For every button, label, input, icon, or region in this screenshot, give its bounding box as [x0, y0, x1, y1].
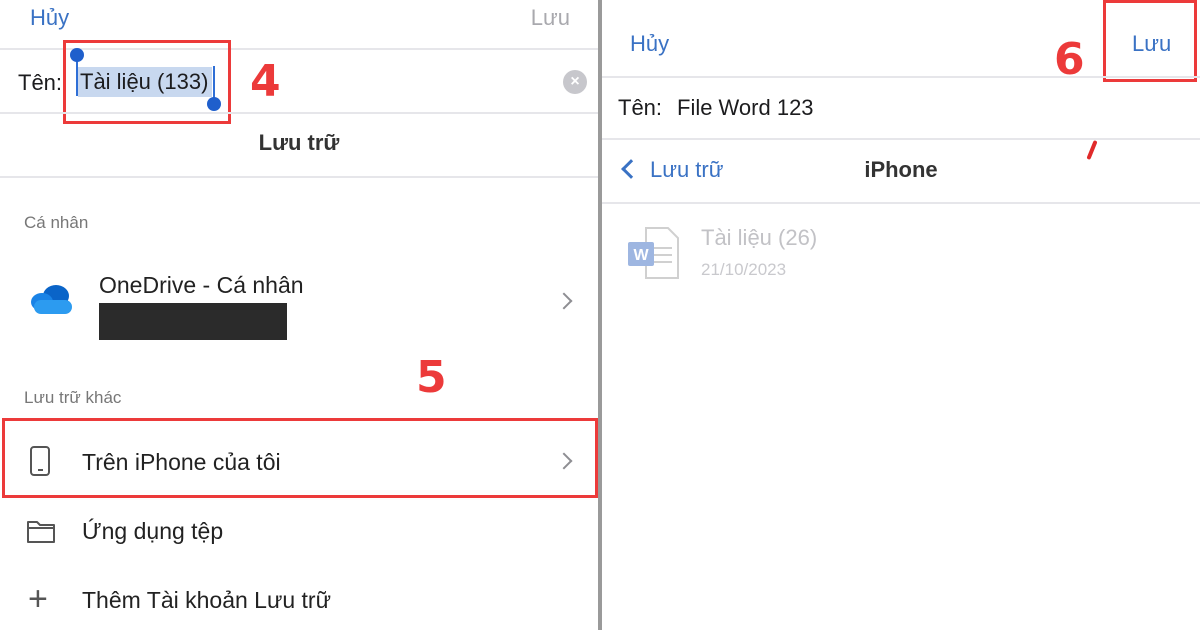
step-number-5: 5 — [416, 352, 447, 403]
divider — [602, 138, 1200, 140]
section-header-other-storage: Lưu trữ khác — [24, 388, 122, 407]
file-date: 21/10/2023 — [701, 260, 787, 279]
onedrive-label: OneDrive - Cá nhân — [99, 272, 304, 298]
save-dialog-left: Hủy Lưu Tên: Tài liệu (133) × 4 Lưu trữ … — [0, 0, 598, 630]
name-input[interactable]: File Word 123 — [677, 95, 814, 121]
page-title: iPhone — [864, 157, 938, 182]
divider — [602, 202, 1200, 204]
list-item-label: Thêm Tài khoản Lưu trữ — [82, 587, 331, 613]
name-label: Tên: — [18, 70, 63, 95]
divider — [602, 76, 1200, 78]
page-title: Lưu trữ — [258, 130, 340, 155]
save-button-disabled[interactable]: Lưu — [531, 5, 570, 31]
plus-icon: + — [28, 580, 48, 618]
list-item-label: Ứng dụng tệp — [82, 518, 224, 544]
redacted-account-email — [99, 303, 287, 340]
name-label: Tên: — [618, 95, 663, 120]
step-number-4: 4 — [250, 56, 281, 107]
svg-text:W: W — [633, 247, 649, 264]
word-file-icon: W — [628, 227, 679, 279]
divider — [0, 112, 598, 114]
clear-text-icon[interactable]: × — [563, 70, 587, 94]
section-header-personal: Cá nhân — [24, 213, 89, 232]
onedrive-cloud-icon — [31, 285, 72, 314]
highlight-box-step5 — [2, 418, 598, 498]
chevron-right-icon — [555, 292, 573, 310]
file-name: Tài liệu (26) — [701, 225, 818, 250]
cancel-button[interactable]: Hủy — [30, 5, 69, 31]
cancel-button[interactable]: Hủy — [630, 31, 669, 57]
folder-icon — [27, 521, 55, 543]
save-dialog-right: Hủy 6 Lưu Tên: File Word 123 Lưu trữ iPh… — [602, 0, 1200, 630]
divider — [0, 176, 598, 178]
highlight-box-step6 — [1103, 0, 1197, 82]
